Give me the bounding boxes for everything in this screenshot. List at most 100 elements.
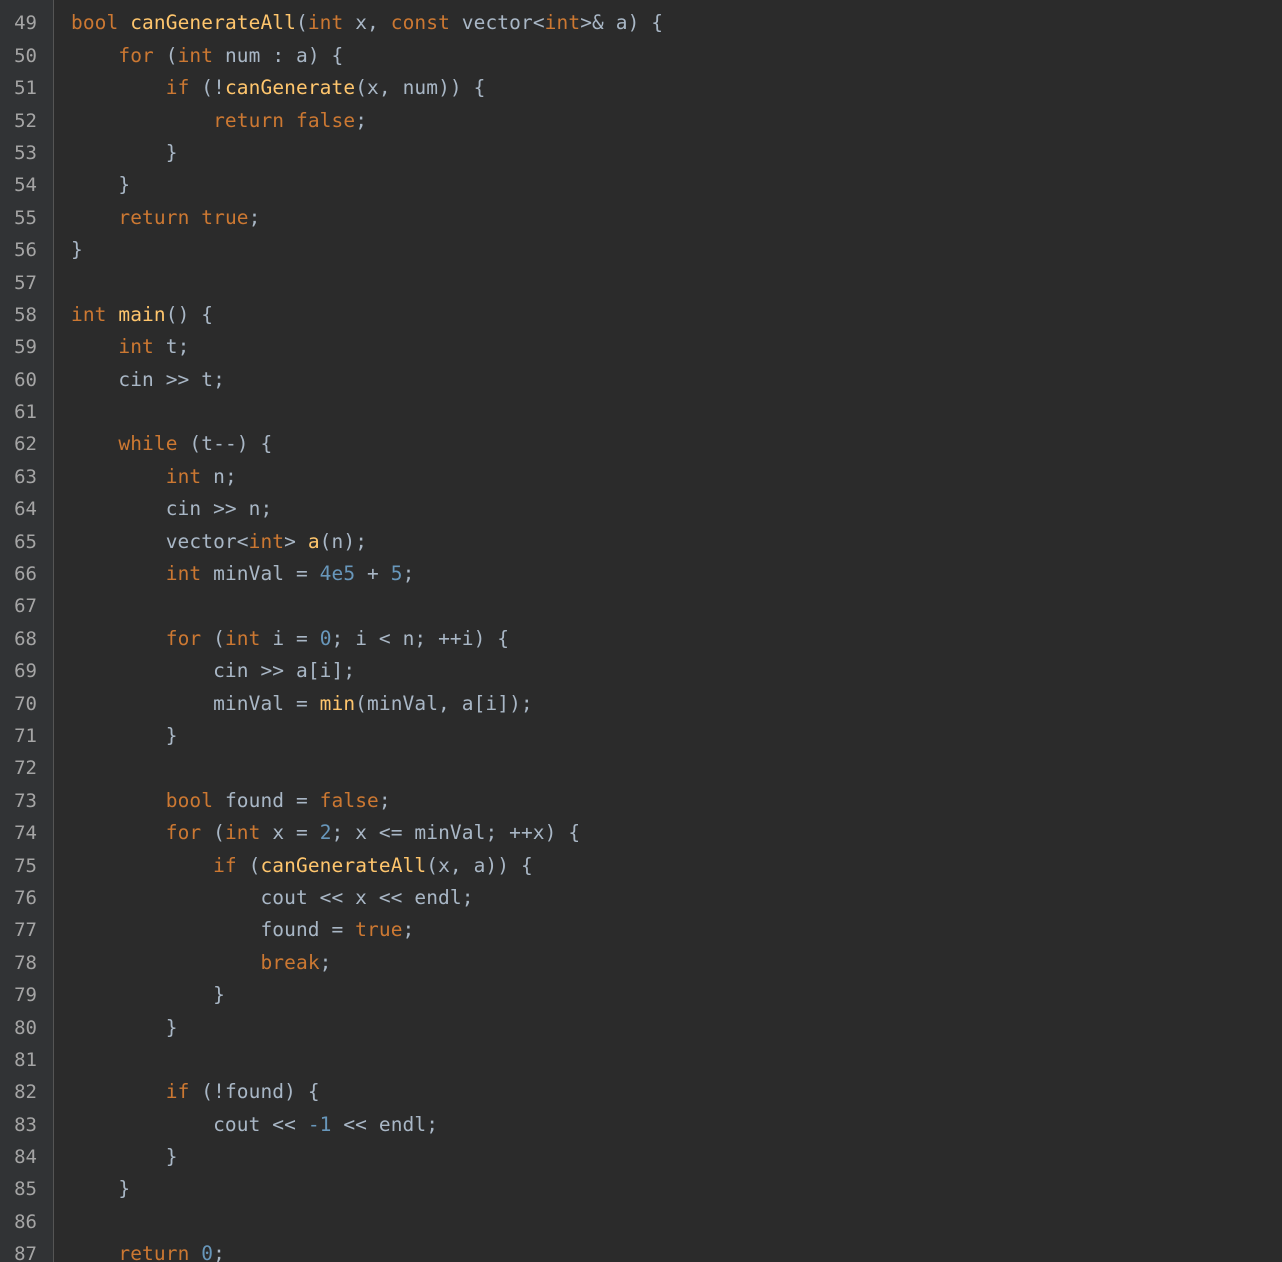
code-token: i = [260,626,320,650]
code-line[interactable]: 76 cout << x << endl; [0,882,1282,914]
code-line[interactable]: 85 } [0,1173,1282,1205]
code-line[interactable]: 87 return 0; [0,1238,1282,1262]
code-token: << endl; [331,1112,439,1136]
code-line[interactable]: 77 found = true; [0,914,1282,946]
code-line[interactable]: 70 minVal = min(minVal, a[i]); [0,688,1282,720]
code-text: if (canGenerateAll(x, a)) { [71,850,533,882]
code-line[interactable]: 61 [0,396,1282,428]
code-token: 2 [319,821,332,845]
code-token: canGenerateAll [130,11,296,35]
code-line[interactable]: 62 while (t--) { [0,428,1282,460]
line-number: 82 [14,1081,37,1104]
line-number: 85 [14,1178,37,1201]
code-line[interactable]: 65 vector<int> a(n); [0,526,1282,558]
code-line[interactable]: 55 return true; [0,202,1282,234]
code-text: int n; [71,461,237,493]
code-line[interactable]: 58 int main() { [0,299,1282,331]
code-line[interactable]: 75 if (canGenerateAll(x, a)) { [0,850,1282,882]
code-token: ; [402,562,415,586]
code-line[interactable]: 83 cout << -1 << endl; [0,1109,1282,1141]
code-token: for [165,821,202,845]
code-line[interactable]: 86 [0,1206,1282,1238]
code-line[interactable]: 59 int t; [0,331,1282,363]
code-line[interactable]: 52 return false; [0,105,1282,137]
code-text: for (int num : a) { [71,40,343,72]
code-text: found = true; [71,914,414,946]
code-token: x, [343,11,391,35]
code-line[interactable]: 60 cin >> t; [0,364,1282,396]
code-token: return [118,1242,190,1262]
code-text: if (!found) { [71,1076,320,1108]
code-text: minVal = min(minVal, a[i]); [71,688,533,720]
code-line[interactable]: 81 [0,1044,1282,1076]
code-line[interactable]: 73 bool found = false; [0,785,1282,817]
code-line[interactable]: 71 } [0,720,1282,752]
code-token: min [319,691,356,715]
code-text: } [71,137,178,169]
code-line[interactable]: 74 for (int x = 2; x <= minVal; ++x) { [0,817,1282,849]
code-token: int [177,43,214,67]
code-token: for [118,43,154,67]
code-editor[interactable]: 4849bool canGenerateAll(int x, const vec… [0,0,1282,1262]
line-number: 78 [14,951,37,974]
code-token: found = [71,918,356,942]
line-number: 48 [0,0,37,7]
code-line[interactable]: 51 if (!canGenerate(x, num)) { [0,72,1282,104]
code-line[interactable]: 64 cin >> n; [0,493,1282,525]
code-line[interactable]: 49 bool canGenerateAll(int x, const vecto… [0,7,1282,39]
code-token: ( [201,821,225,845]
code-line[interactable]: 57 [0,267,1282,299]
code-token: int [224,821,261,845]
code-line[interactable]: 78 break; [0,947,1282,979]
code-token: return [118,205,190,229]
code-token: vector< [449,11,545,35]
line-number: 56 [14,239,37,262]
code-token: bool [165,788,214,812]
code-text: int minVal = 4e5 + 5; [71,558,415,590]
code-text: if (!canGenerate(x, num)) { [71,72,486,104]
line-number: 75 [14,854,37,877]
code-line[interactable]: 48 [0,0,1282,7]
code-line[interactable]: 56} [0,234,1282,266]
code-text: bool canGenerateAll(int x, const vector<… [71,7,663,39]
code-line[interactable]: 54 } [0,169,1282,201]
code-line[interactable]: 68 for (int i = 0; i < n; ++i) { [0,623,1282,655]
code-token: (t--) { [177,432,273,456]
code-token: } [71,723,178,747]
line-number: 71 [14,724,37,747]
code-token: 0 [201,1242,214,1262]
code-lines: 4849bool canGenerateAll(int x, const vec… [0,0,1282,1262]
code-line[interactable]: 72 [0,752,1282,784]
code-line[interactable]: 69 cin >> a[i]; [0,655,1282,687]
code-line[interactable]: 50 for (int num : a) { [0,40,1282,72]
code-line[interactable]: 80 } [0,1012,1282,1044]
code-token: cin >> n; [71,497,273,521]
code-token: } [71,983,225,1007]
code-line[interactable]: 82 if (!found) { [0,1076,1282,1108]
code-token: ; [378,788,391,812]
code-token: cin >> a[i]; [71,659,356,683]
code-text: for (int x = 2; x <= minVal; ++x) { [71,817,580,849]
code-line[interactable]: 84 } [0,1141,1282,1173]
code-line[interactable]: 63 int n; [0,461,1282,493]
code-line[interactable]: 79 } [0,979,1282,1011]
code-line[interactable]: 67 [0,590,1282,622]
code-text: } [71,169,130,201]
line-number: 83 [14,1113,37,1136]
code-token: if [213,853,237,877]
line-number: 72 [14,757,37,780]
code-token: ( [236,853,261,877]
code-token: ; [319,950,332,974]
code-token: int [248,529,285,553]
code-line[interactable]: 66 int minVal = 4e5 + 5; [0,558,1282,590]
code-line[interactable]: 53 } [0,137,1282,169]
